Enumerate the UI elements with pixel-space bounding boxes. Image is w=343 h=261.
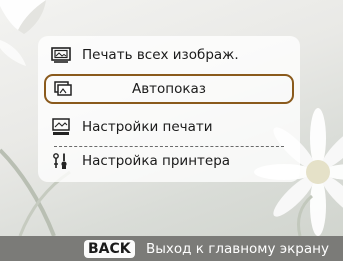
menu-item-label: Настройка принтера (82, 153, 231, 169)
menu-item-printer-setup[interactable]: Настройка принтера (44, 146, 294, 176)
menu-item-label: Настройки печати (82, 119, 213, 135)
camera-menu-screen: Печать всех изображ. Автопоказ Настройки… (0, 0, 343, 261)
menu-item-label: Автопоказ (131, 81, 206, 97)
print-all-images-icon (50, 45, 72, 65)
menu-item-slideshow[interactable]: Автопоказ (44, 74, 294, 104)
menu-item-print-settings[interactable]: Настройки печати (44, 112, 294, 142)
main-menu: Печать всех изображ. Автопоказ Настройки… (38, 36, 300, 182)
back-hint-text: Выход к главному экрану (146, 241, 329, 257)
print-settings-icon (50, 117, 72, 137)
printer-setup-icon (50, 151, 72, 171)
menu-item-label: Печать всех изображ. (82, 47, 239, 63)
menu-item-print-all-images[interactable]: Печать всех изображ. (44, 40, 294, 70)
back-button[interactable]: BACK (84, 240, 135, 258)
